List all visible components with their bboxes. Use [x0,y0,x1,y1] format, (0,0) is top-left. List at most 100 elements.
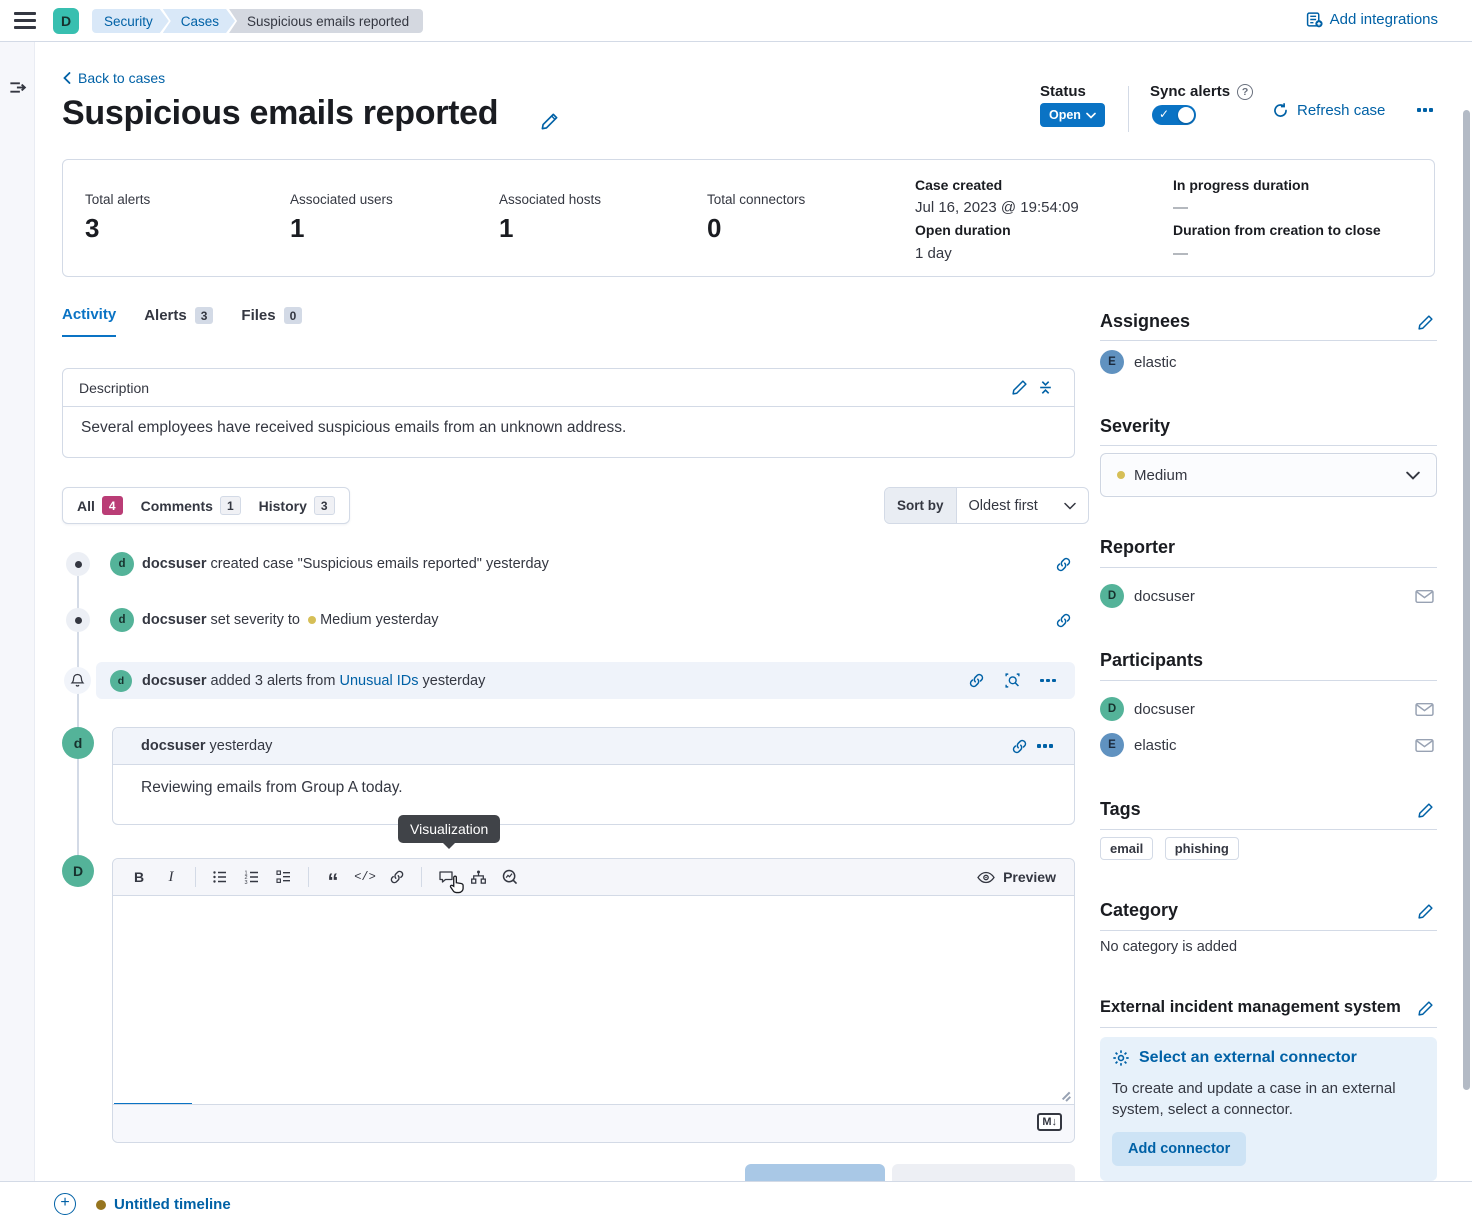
email-icon[interactable] [1411,732,1437,758]
svg-text:3: 3 [245,880,248,885]
metric-associated-hosts: Associated hosts1 [499,192,601,244]
copy-link-icon[interactable] [1006,733,1032,759]
case-created-value: Jul 16, 2023 @ 19:54:09 [915,199,1079,216]
all-count-badge: 4 [102,496,123,515]
unordered-list-icon[interactable] [206,864,234,890]
code-icon[interactable]: </> [351,864,379,890]
expand-nav-icon[interactable] [8,78,27,97]
timeline-tree-icon[interactable] [464,864,492,890]
tag-badge[interactable]: email [1100,837,1153,860]
avatar: E [1100,350,1124,374]
preview-toggle[interactable]: Preview [977,869,1062,885]
tab-alerts[interactable]: Alerts3 [144,307,213,336]
link-icon[interactable] [383,864,411,890]
menu-icon[interactable] [14,12,36,30]
avatar: D [1100,697,1124,721]
chevron-down-icon [1086,112,1096,119]
timeline-status-dot [96,1200,106,1210]
timeline-event-severity: docsuser set severity to Medium yesterda… [142,612,439,628]
event-dot-icon [66,608,90,632]
secondary-button-partial[interactable] [892,1164,1075,1181]
untitled-timeline-button[interactable]: Untitled timeline [114,1196,231,1213]
visualization-icon[interactable] [496,864,524,890]
investigate-in-timeline-icon[interactable] [999,668,1025,694]
avatar: d [62,727,94,759]
severity-title: Severity [1100,416,1170,437]
copy-link-icon[interactable] [963,668,989,694]
close-duration-value: — [1173,245,1188,262]
vertical-scrollbar[interactable] [1463,110,1470,1090]
alert-actions-ellipsis-button[interactable] [1035,668,1061,694]
select-external-connector-link[interactable]: Select an external connector [1112,1049,1425,1067]
email-icon[interactable] [1411,696,1437,722]
quote-icon[interactable]: “ [319,864,347,890]
comment-textarea[interactable] [113,896,1074,1104]
collapse-description-icon[interactable] [1032,375,1058,401]
participant-row: D docsuser [1100,696,1437,722]
chevron-down-icon [1406,471,1420,480]
add-integrations-button[interactable]: Add integrations [1306,11,1438,28]
task-list-icon[interactable] [270,864,298,890]
sort-control: Sort by Oldest first [884,487,1089,524]
sync-alerts-toggle[interactable]: ✓ [1152,105,1196,125]
case-actions-ellipsis-button[interactable] [1417,108,1433,112]
category-empty-text: No category is added [1100,939,1237,955]
add-connector-button[interactable]: Add connector [1112,1132,1246,1166]
add-comment-button-partial[interactable] [745,1164,885,1181]
status-open-button[interactable]: Open [1040,103,1105,127]
tag-badge[interactable]: phishing [1165,837,1239,860]
new-comment-editor: B I 123 “ </> Preview [112,858,1075,1143]
breadcrumb-cases[interactable]: Cases [163,9,235,33]
breadcrumb-current: Suspicious emails reported [229,9,423,33]
case-created-label: Case created [915,177,1002,193]
metric-total-alerts: Total alerts3 [85,192,150,244]
tags-title: Tags [1100,799,1141,820]
unusual-ids-link[interactable]: Unusual IDs [339,673,418,689]
comments-count-badge: 1 [220,496,241,515]
close-duration-label: Duration from creation to close [1173,222,1381,238]
tab-activity[interactable]: Activity [62,306,116,337]
copy-link-icon[interactable] [1050,607,1076,633]
comment-actions-ellipsis-button[interactable] [1032,733,1058,759]
severity-dot [308,616,316,624]
filter-all[interactable]: All4 [77,496,123,515]
open-duration-value: 1 day [915,245,952,262]
resize-handle[interactable] [1061,1091,1071,1101]
bold-icon[interactable]: B [125,864,153,890]
edit-assignees-pencil-icon[interactable] [1412,309,1438,335]
avatar: d [110,608,134,632]
header-divider [1128,86,1129,132]
back-to-cases-link[interactable]: Back to cases [62,70,165,86]
status-label: Status [1040,83,1086,100]
email-icon[interactable] [1411,583,1437,609]
edit-tags-pencil-icon[interactable] [1412,797,1438,823]
top-navigation-bar: D Security Cases Suspicious emails repor… [0,0,1472,42]
assignee-name: elastic [1134,354,1177,371]
filter-history[interactable]: History3 [259,496,335,515]
bell-icon [64,667,91,694]
edit-description-pencil-icon[interactable] [1006,375,1032,401]
activity-filter-group: All4 Comments1 History3 [62,487,350,524]
edit-category-pencil-icon[interactable] [1412,898,1438,924]
integrations-icon [1306,11,1323,28]
severity-select[interactable]: Medium [1100,453,1437,497]
edit-title-pencil-icon[interactable] [536,108,562,134]
reporter-name: docsuser [1134,588,1195,605]
timeline-event-alerts: docsuser added 3 alerts from Unusual IDs… [142,673,485,689]
italic-icon[interactable]: I [157,864,185,890]
space-avatar[interactable]: D [53,8,79,34]
tab-files[interactable]: Files0 [241,307,302,336]
sort-order-select[interactable]: Oldest first [957,488,1088,523]
ordered-list-icon[interactable]: 123 [238,864,266,890]
avatar: D [1100,584,1124,608]
breadcrumb-security[interactable]: Security [92,9,169,33]
edit-external-pencil-icon[interactable] [1412,995,1438,1021]
new-timeline-plus-icon[interactable]: + [54,1193,76,1215]
filter-comments[interactable]: Comments1 [141,496,241,515]
help-icon[interactable]: ? [1237,84,1253,100]
refresh-case-button[interactable]: Refresh case [1272,102,1385,119]
open-duration-label: Open duration [915,222,1011,238]
timeline-event-created: docsuser created case "Suspicious emails… [142,556,549,572]
copy-link-icon[interactable] [1050,551,1076,577]
avatar: E [1100,733,1124,757]
